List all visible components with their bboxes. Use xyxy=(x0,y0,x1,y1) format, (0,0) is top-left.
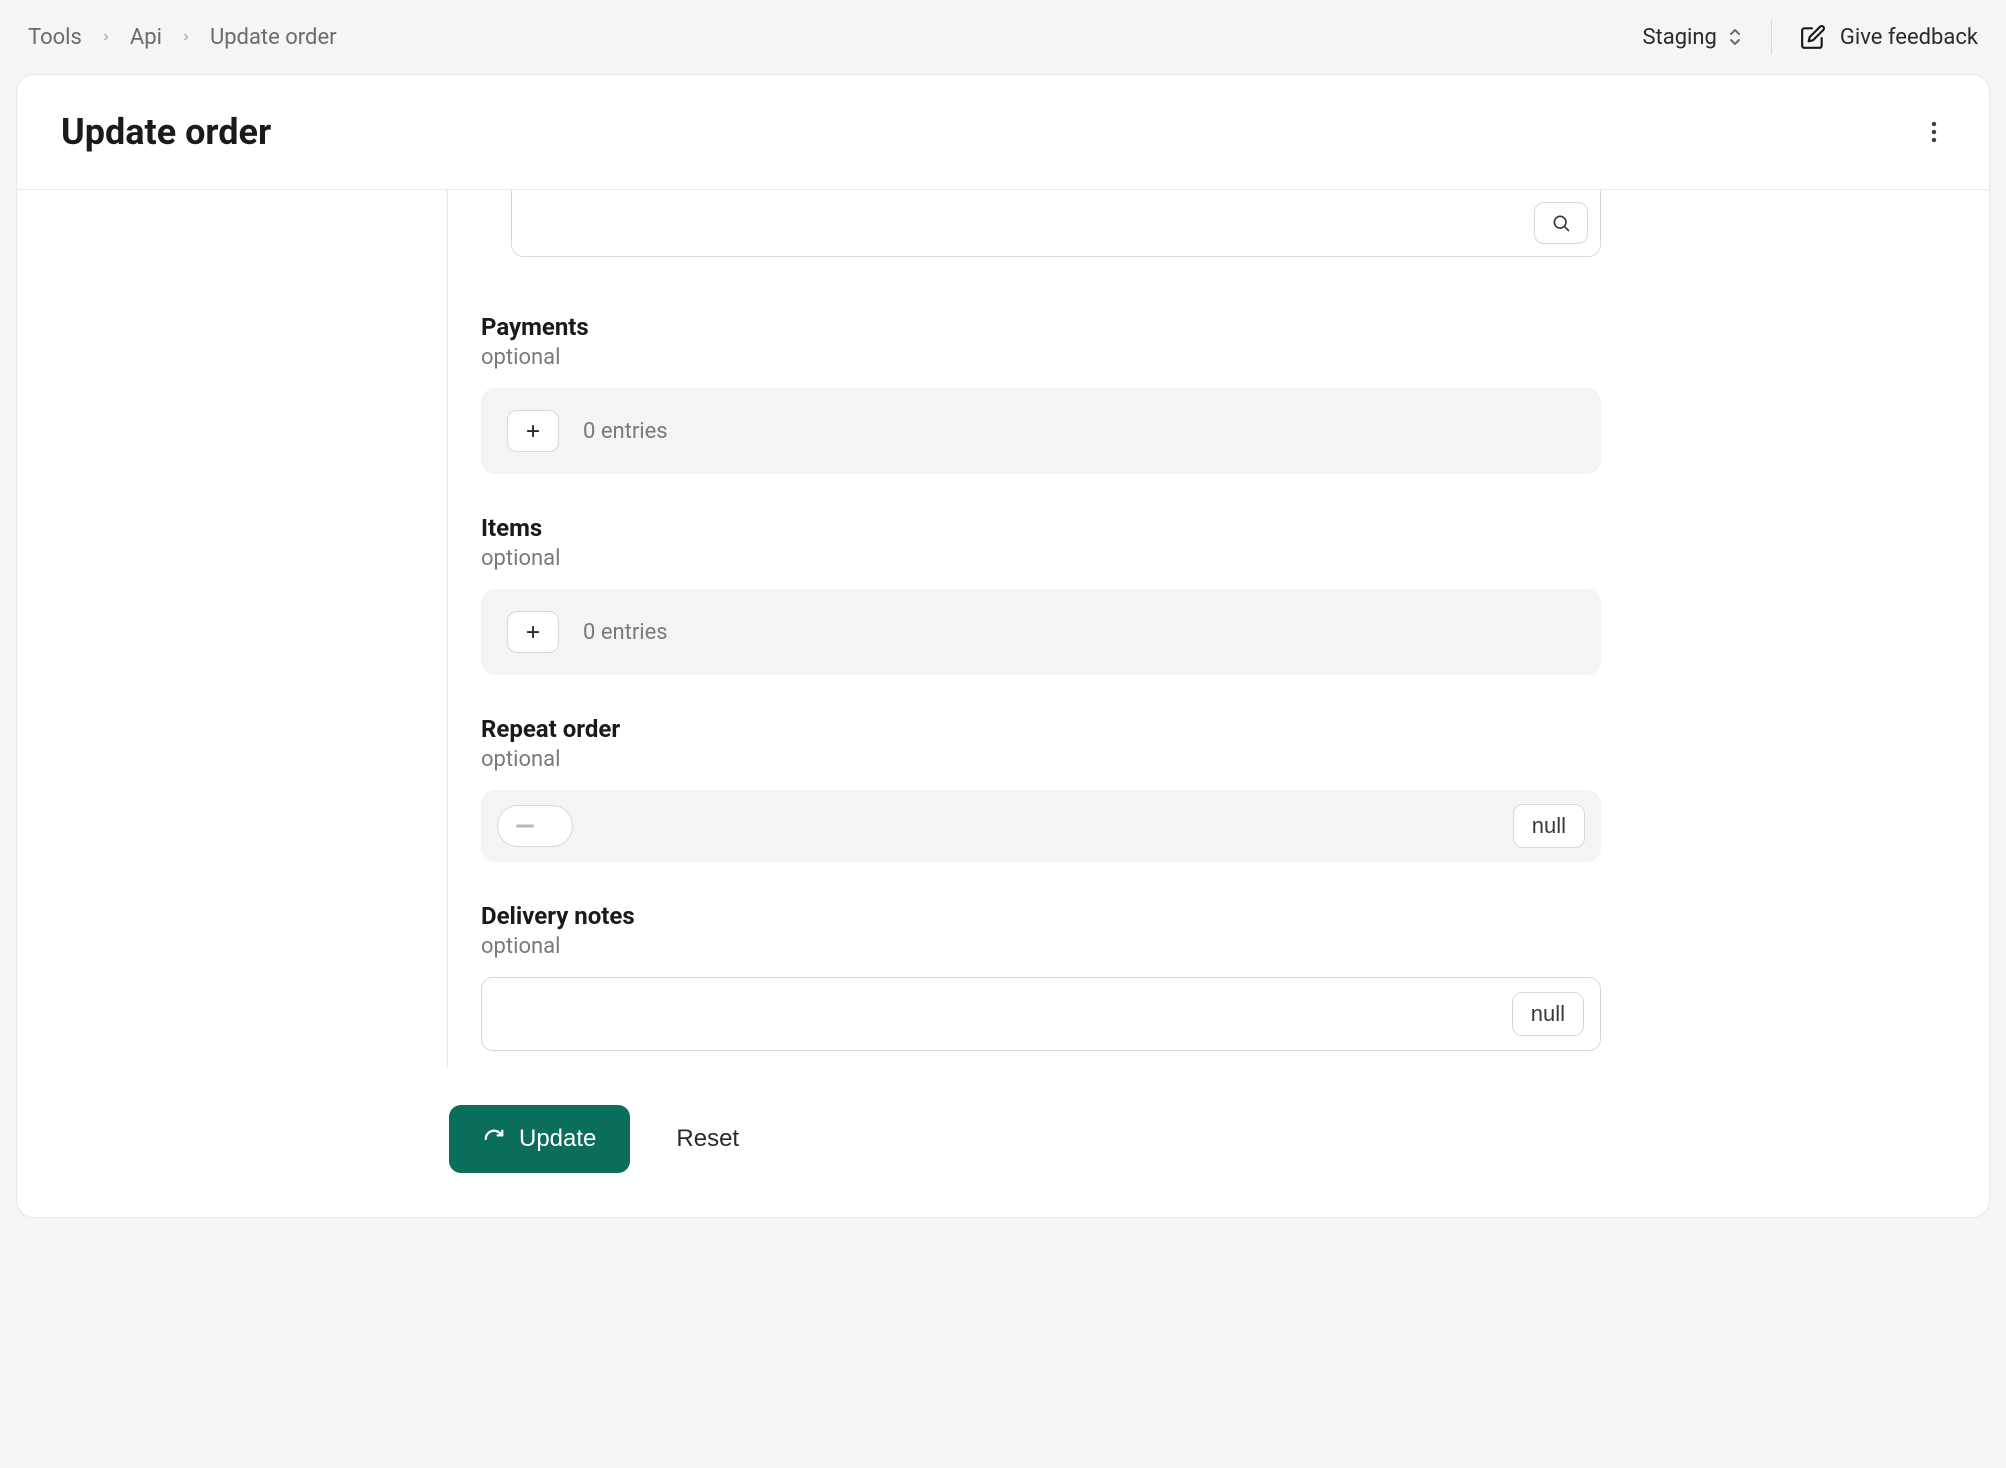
payments-sublabel: optional xyxy=(481,345,1601,370)
field-delivery-notes: Delivery notes optional null xyxy=(481,902,1601,1051)
repeat-order-null-button[interactable]: null xyxy=(1513,804,1585,848)
environment-selector[interactable]: Staging xyxy=(1642,25,1742,50)
items-entries-box: 0 entries xyxy=(481,589,1601,675)
delivery-notes-input-row: null xyxy=(481,977,1601,1051)
card-header: Update order xyxy=(17,75,1989,190)
field-repeat-order: Repeat order optional null xyxy=(481,715,1601,862)
feedback-label: Give feedback xyxy=(1840,25,1978,50)
chevron-up-down-icon xyxy=(1727,27,1743,47)
topbar-right: Staging Give feedback xyxy=(1642,20,1978,54)
breadcrumb-item-tools[interactable]: Tools xyxy=(28,25,82,50)
breadcrumb-item-current[interactable]: Update order xyxy=(210,25,337,50)
breadcrumb: Tools Api Update order xyxy=(28,25,337,50)
delivery-notes-label: Delivery notes xyxy=(481,902,1601,930)
topbar: Tools Api Update order Staging xyxy=(0,0,2006,74)
chevron-right-icon xyxy=(100,31,112,43)
form-content: Payments optional 0 entries Items option… xyxy=(481,190,1601,1051)
edit-icon xyxy=(1800,24,1826,50)
items-sublabel: optional xyxy=(481,546,1601,571)
plus-icon xyxy=(524,623,542,641)
breadcrumb-item-api[interactable]: Api xyxy=(130,25,162,50)
field-items: Items optional 0 entries xyxy=(481,514,1601,675)
items-entries-text: 0 entries xyxy=(583,620,668,645)
form-actions: Update Reset xyxy=(449,1105,1945,1173)
environment-label: Staging xyxy=(1642,25,1716,50)
search-icon xyxy=(1551,213,1571,233)
divider xyxy=(1771,20,1772,54)
vertical-separator xyxy=(447,190,448,1067)
delivery-notes-sublabel: optional xyxy=(481,934,1601,959)
card-body: Payments optional 0 entries Items option… xyxy=(17,190,1989,1217)
main-card: Update order xyxy=(16,74,1990,1218)
search-field-partial[interactable] xyxy=(511,190,1601,257)
give-feedback-button[interactable]: Give feedback xyxy=(1800,24,1978,50)
add-payment-button[interactable] xyxy=(507,410,559,452)
plus-icon xyxy=(524,422,542,440)
repeat-order-label: Repeat order xyxy=(481,715,1601,743)
chevron-right-icon xyxy=(180,31,192,43)
repeat-order-toggle[interactable] xyxy=(497,805,573,847)
delivery-notes-input[interactable] xyxy=(498,1001,1512,1027)
delivery-notes-null-button[interactable]: null xyxy=(1512,992,1584,1036)
search-button[interactable] xyxy=(1534,202,1588,244)
page-title: Update order xyxy=(61,111,271,153)
refresh-icon xyxy=(483,1128,505,1150)
add-item-button[interactable] xyxy=(507,611,559,653)
items-label: Items xyxy=(481,514,1601,542)
minus-icon xyxy=(516,825,534,828)
more-menu-button[interactable] xyxy=(1923,112,1945,152)
reset-button[interactable]: Reset xyxy=(664,1105,751,1173)
update-button-label: Update xyxy=(519,1125,596,1153)
repeat-order-sublabel: optional xyxy=(481,747,1601,772)
more-vertical-icon xyxy=(1931,120,1937,144)
payments-entries-box: 0 entries xyxy=(481,388,1601,474)
update-button[interactable]: Update xyxy=(449,1105,630,1173)
field-payments: Payments optional 0 entries xyxy=(481,313,1601,474)
repeat-order-row: null xyxy=(481,790,1601,862)
payments-label: Payments xyxy=(481,313,1601,341)
payments-entries-text: 0 entries xyxy=(583,419,668,444)
